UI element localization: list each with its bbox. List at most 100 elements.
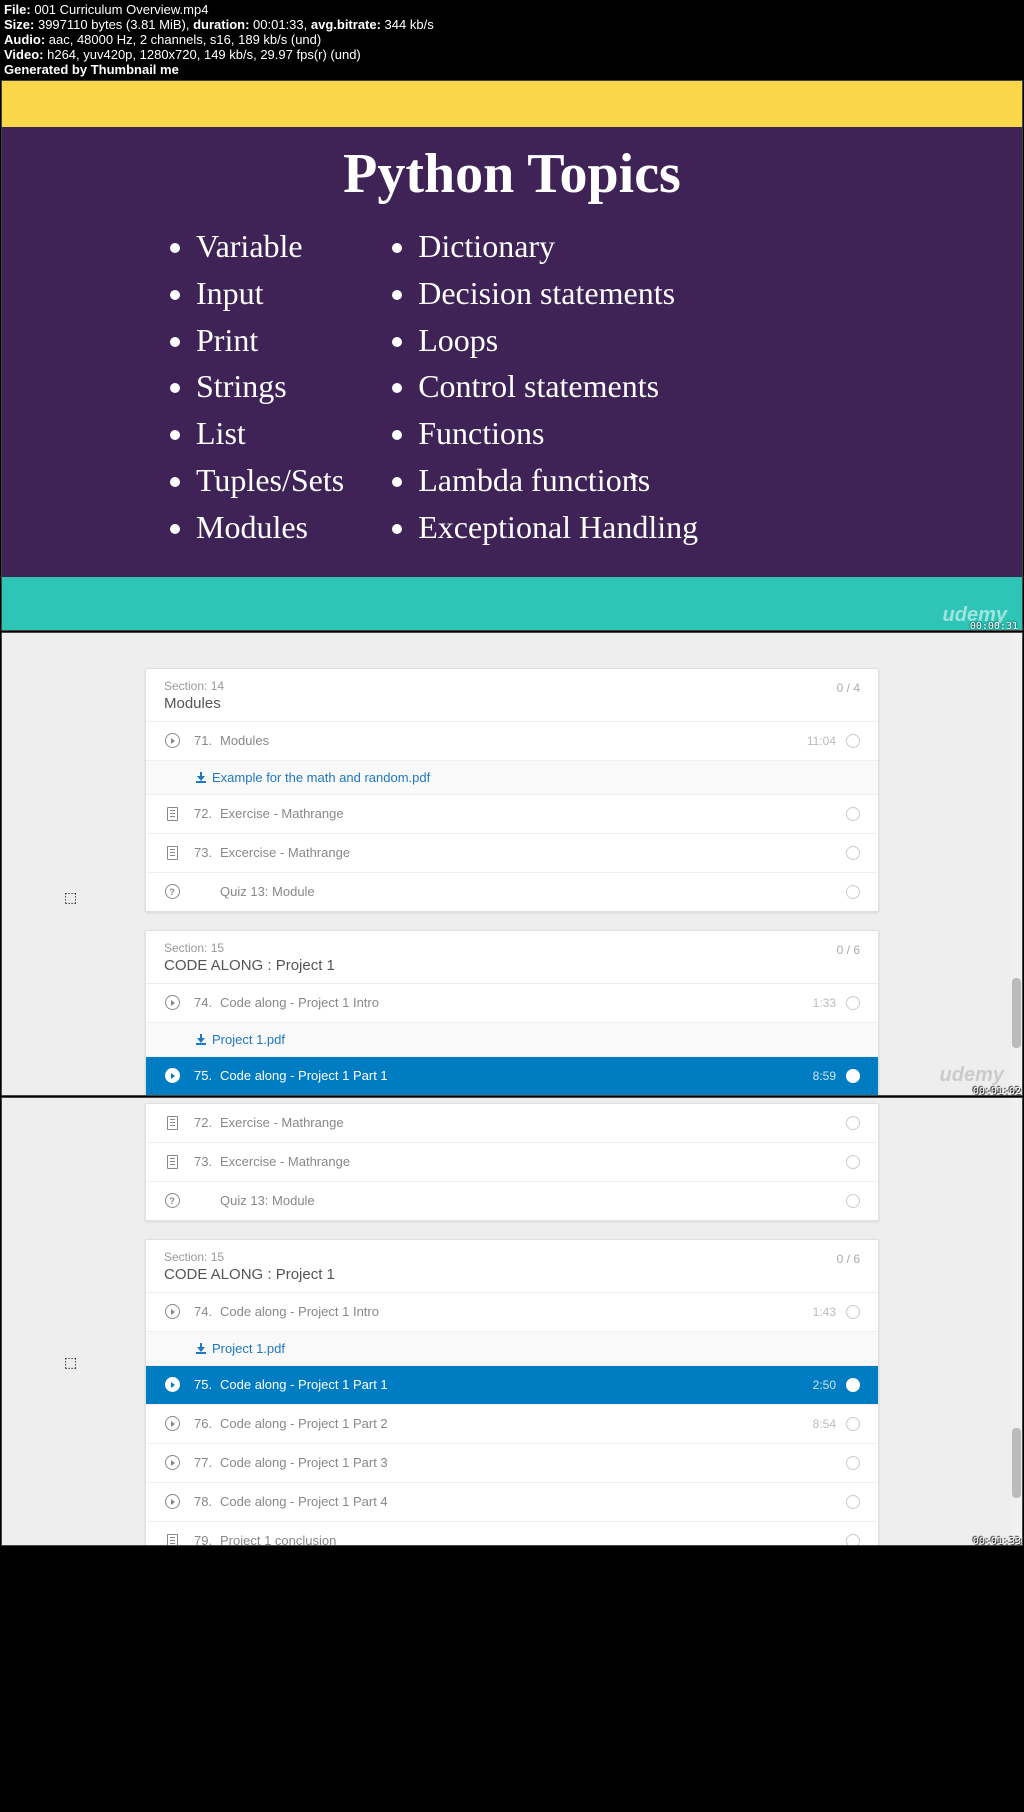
- lesson-title: Code along - Project 1 Part 4: [220, 1494, 836, 1509]
- lesson-row[interactable]: 71.Modules11:04: [146, 722, 878, 761]
- lesson-title: Project 1 conclusion: [220, 1533, 836, 1545]
- completion-checkbox[interactable]: [846, 1417, 860, 1431]
- section-title: CODE ALONG : Project 1: [164, 957, 335, 974]
- mouse-cursor-icon: ➤: [629, 469, 639, 483]
- lesson-row[interactable]: 76.Code along - Project 1 Part 28:54: [146, 1405, 878, 1444]
- lesson-number: 71.: [194, 733, 220, 748]
- play-icon: [165, 995, 180, 1010]
- completion-checkbox[interactable]: [846, 1534, 860, 1545]
- play-icon: [165, 1494, 180, 1509]
- lesson-row[interactable]: ? Quiz 13: Module: [146, 873, 878, 911]
- lesson-row[interactable]: ? Quiz 13: Module: [146, 1182, 878, 1220]
- size-label: Size:: [4, 17, 38, 32]
- lesson-number: 78.: [194, 1494, 220, 1509]
- completion-checkbox[interactable]: [846, 734, 860, 748]
- section-header[interactable]: Section: 15 CODE ALONG : Project 1 0 / 6: [146, 1240, 878, 1293]
- thumbnail-frame-3: 72.Exercise - Mathrange73.Excercise - Ma…: [1, 1097, 1023, 1546]
- lesson-number: 73.: [194, 1154, 220, 1169]
- topic-item: Dictionary: [418, 224, 698, 269]
- frame-timestamp: 00:00:31: [970, 621, 1018, 632]
- lesson-row[interactable]: 77.Code along - Project 1 Part 3: [146, 1444, 878, 1483]
- scrollbar-track[interactable]: [1011, 1098, 1022, 1545]
- lesson-number: 74.: [194, 995, 220, 1010]
- completion-checkbox[interactable]: [846, 996, 860, 1010]
- video-value: h264, yuv420p, 1280x720, 149 kb/s, 29.97…: [47, 47, 361, 62]
- lesson-row[interactable]: 79.Project 1 conclusion: [146, 1522, 878, 1545]
- lesson-number: 79.: [194, 1533, 220, 1545]
- completion-checkbox[interactable]: [846, 1305, 860, 1319]
- mouse-cursor-icon: ⬚: [64, 1354, 77, 1371]
- lesson-duration: 2:50: [813, 1378, 836, 1392]
- size-value: 3997110 bytes (3.81 MiB),: [38, 17, 193, 32]
- section-header[interactable]: Section: 14 Modules 0 / 4: [146, 669, 878, 722]
- document-icon: [167, 1534, 178, 1545]
- lesson-title: Code along - Project 1 Part 2: [220, 1416, 813, 1431]
- play-icon: [165, 1304, 180, 1319]
- topic-item: Variable: [196, 224, 344, 269]
- topic-item: Modules: [196, 505, 344, 550]
- section-card-15: Section: 15 CODE ALONG : Project 1 0 / 6…: [145, 1239, 879, 1545]
- duration-value: 00:01:33,: [253, 17, 311, 32]
- frame-timestamp: 00:01:02: [973, 1086, 1021, 1097]
- lesson-title: Quiz 13: Module: [220, 884, 836, 899]
- completion-checkbox[interactable]: [846, 885, 860, 899]
- topics-column-1: VariableInputPrintStringsListTuples/Sets…: [172, 224, 344, 552]
- lesson-row[interactable]: 73.Excercise - Mathrange: [146, 1143, 878, 1182]
- thumbnail-frame-2: Section: 14 Modules 0 / 4 71.Modules11:0…: [1, 632, 1023, 1096]
- download-link[interactable]: Project 1.pdf: [146, 1023, 878, 1057]
- lesson-row[interactable]: 75.Code along - Project 1 Part 12:50: [146, 1366, 878, 1405]
- topic-item: Exceptional Handling: [418, 505, 698, 550]
- lesson-row[interactable]: 74.Code along - Project 1 Intro1:43: [146, 1293, 878, 1332]
- frame-timestamp: 00:01:33: [973, 1536, 1021, 1547]
- completion-checkbox[interactable]: [846, 1378, 860, 1392]
- completion-checkbox[interactable]: [846, 807, 860, 821]
- play-icon: [165, 1455, 180, 1470]
- slide-body: Python Topics VariableInputPrintStringsL…: [2, 127, 1022, 577]
- topic-item: Lambda functions: [418, 458, 698, 503]
- quiz-icon: ?: [165, 1193, 180, 1208]
- lesson-title: Code along - Project 1 Part 1: [220, 1068, 813, 1083]
- yellow-bar: [2, 81, 1022, 127]
- completion-checkbox[interactable]: [846, 1495, 860, 1509]
- document-icon: [167, 807, 178, 821]
- download-link[interactable]: Project 1.pdf: [146, 1332, 878, 1366]
- topics-container: VariableInputPrintStringsListTuples/Sets…: [32, 224, 992, 552]
- thumbnail-frame-1: Python Topics VariableInputPrintStringsL…: [1, 80, 1023, 631]
- topics-column-2: DictionaryDecision statementsLoopsContro…: [394, 224, 698, 552]
- lesson-row[interactable]: 78.Code along - Project 1 Part 4: [146, 1483, 878, 1522]
- document-icon: [167, 1155, 178, 1169]
- lesson-row[interactable]: 74.Code along - Project 1 Intro1:33: [146, 984, 878, 1023]
- topic-item: Decision statements: [418, 271, 698, 316]
- teal-bar: udemy: [2, 577, 1022, 630]
- lesson-number: 77.: [194, 1455, 220, 1470]
- topic-item: Strings: [196, 364, 344, 409]
- scrollbar-track[interactable]: [1011, 633, 1022, 1095]
- section-header[interactable]: Section: 15 CODE ALONG : Project 1 0 / 6: [146, 931, 878, 984]
- section-progress: 0 / 6: [837, 941, 860, 957]
- lesson-number: 75.: [194, 1377, 220, 1392]
- completion-checkbox[interactable]: [846, 1116, 860, 1130]
- completion-checkbox[interactable]: [846, 846, 860, 860]
- lesson-number: 72.: [194, 1115, 220, 1130]
- lesson-duration: 8:54: [813, 1417, 836, 1431]
- lesson-row[interactable]: 72.Exercise - Mathrange: [146, 795, 878, 834]
- lesson-row[interactable]: 75.Code along - Project 1 Part 18:59: [146, 1057, 878, 1095]
- quiz-icon: ?: [165, 884, 180, 899]
- download-link[interactable]: Example for the math and random.pdf: [146, 761, 878, 795]
- section-number: Section: 15: [164, 1250, 335, 1264]
- section-number: Section: 14: [164, 679, 224, 693]
- download-title: Project 1.pdf: [212, 1032, 285, 1047]
- audio-label: Audio:: [4, 32, 49, 47]
- completion-checkbox[interactable]: [846, 1069, 860, 1083]
- play-icon: [165, 1377, 180, 1392]
- lesson-title: Quiz 13: Module: [220, 1193, 836, 1208]
- lesson-row[interactable]: 73.Excercise - Mathrange: [146, 834, 878, 873]
- completion-checkbox[interactable]: [846, 1155, 860, 1169]
- file-info-header: File: 001 Curriculum Overview.mp4 Size: …: [0, 0, 1024, 79]
- lesson-title: Code along - Project 1 Intro: [220, 995, 813, 1010]
- completion-checkbox[interactable]: [846, 1194, 860, 1208]
- completion-checkbox[interactable]: [846, 1456, 860, 1470]
- scrollbar-thumb[interactable]: [1012, 978, 1021, 1048]
- scrollbar-thumb[interactable]: [1012, 1428, 1021, 1498]
- lesson-row[interactable]: 72.Exercise - Mathrange: [146, 1104, 878, 1143]
